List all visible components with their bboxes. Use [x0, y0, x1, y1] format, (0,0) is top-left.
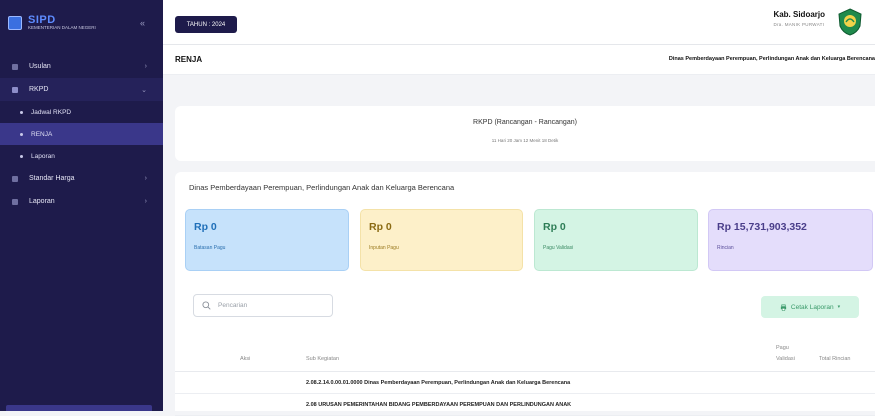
sidebar-item-label: Standar Harga: [29, 175, 75, 182]
department-name: Dinas Pemberdayaan Perempuan, Perlindung…: [668, 56, 875, 62]
stat-value: Rp 15,731,903,352: [717, 221, 807, 233]
table-header: Aksi Sub Kegiatan Pagu Validasi Total Ri…: [175, 337, 875, 372]
row-sub-kegiatan: 2.08 URUSAN PEMERINTAHAN BIDANG PEMBERDA…: [306, 402, 572, 408]
card-title: Dinas Pemberdayaan Perempuan, Perlindung…: [189, 183, 455, 192]
year-badge[interactable]: TAHUN : 2024: [175, 16, 237, 33]
page-title: RENJA: [175, 55, 203, 64]
column-sub-kegiatan: Sub Kegiatan: [306, 356, 340, 362]
sidebar: SIPD KEMENTERIAN DALAM NEGERI « Usulan ›…: [0, 0, 163, 411]
stat-value: Rp 0: [194, 221, 217, 233]
table-row[interactable]: 2.08 URUSAN PEMERINTAHAN BIDANG PEMBERDA…: [175, 394, 875, 416]
sidebar-item-usulan[interactable]: Usulan ›: [0, 55, 163, 78]
stat-label: Inputan Pagu: [369, 245, 399, 251]
sidebar-item-rkpd[interactable]: RKPD ⌄: [0, 78, 163, 101]
sidebar-item-label: Usulan: [29, 63, 51, 70]
sidebar-footer: [6, 405, 152, 411]
column-total-rincian: Total Rincian: [819, 356, 851, 362]
sidebar-item-label: Jadwal RKPD: [31, 108, 72, 116]
top-bar: TAHUN : 2024 Kab. Sidoarjo Dra. MANIK PU…: [163, 0, 875, 45]
row-sub-kegiatan: 2.08.2.14.0.00.01.0000 Dinas Pemberdayaa…: [306, 380, 571, 386]
bullet-icon: [20, 110, 23, 114]
sidebar-subitem-jadwal-rkpd[interactable]: Jadwal RKPD: [0, 101, 163, 123]
stat-label: Rincian: [717, 245, 734, 251]
sidebar-subitem-renja[interactable]: RENJA: [0, 123, 163, 145]
page-header: RENJA Dinas Pemberdayaan Perempuan, Perl…: [163, 45, 875, 75]
bullet-icon: [20, 132, 23, 136]
region-emblem-icon: [838, 8, 862, 36]
search-input[interactable]: [218, 302, 328, 309]
search-icon: [202, 301, 211, 310]
stat-batasan-pagu: Rp 0 Batasan Pagu: [185, 209, 349, 271]
search-box[interactable]: [193, 294, 333, 317]
stat-label: Pagu Validasi: [543, 245, 574, 251]
sidebar-subitem-laporan[interactable]: Laporan: [0, 145, 163, 167]
stat-pagu-validasi: Rp 0 Pagu Validasi: [534, 209, 698, 271]
stat-rincian: Rp 15,731,903,352 Rincian: [708, 209, 873, 271]
print-button-label: Cetak Laporan: [790, 303, 834, 311]
schedule-countdown: 11 Hari 20 Jam 12 Menit 18 Detik: [491, 138, 559, 143]
renja-card: Dinas Pemberdayaan Perempuan, Perlindung…: [175, 172, 875, 416]
chevron-right-icon: ›: [144, 198, 147, 205]
stat-inputan-pagu: Rp 0 Inputan Pagu: [360, 209, 523, 271]
stat-value: Rp 0: [369, 221, 392, 233]
schedule-title: RKPD (Rancangan - Rancangan): [473, 119, 577, 126]
sidebar-item-label: Laporan: [29, 198, 55, 205]
list-icon: [12, 63, 18, 70]
chevron-down-icon: ⌄: [141, 86, 147, 94]
caret-down-icon: ▾: [837, 304, 841, 310]
collapse-sidebar-icon[interactable]: «: [140, 18, 145, 28]
sidebar-item-label: RENJA: [31, 130, 53, 138]
stat-value: Rp 0: [543, 221, 566, 233]
brand-subtitle: KEMENTERIAN DALAM NEGERI: [28, 24, 96, 30]
tag-icon: [12, 175, 18, 182]
user-region[interactable]: Kab. Sidoarjo Dra. MANIK PURWATI: [773, 10, 825, 27]
sidebar-item-label: RKPD: [29, 86, 49, 93]
chevron-right-icon: ›: [144, 175, 147, 182]
report-icon: [12, 198, 18, 205]
column-pagu-validasi: Pagu Validasi: [776, 345, 795, 362]
region-name: Kab. Sidoarjo: [773, 10, 825, 19]
user-name: Dra. MANIK PURWATI: [773, 22, 825, 27]
folder-icon: [12, 86, 18, 93]
print-report-button[interactable]: Cetak Laporan ▾: [761, 296, 859, 318]
table-row[interactable]: 2.08.2.14.0.00.01.0000 Dinas Pemberdayaa…: [175, 372, 875, 394]
column-aksi: Aksi: [240, 356, 251, 362]
chevron-right-icon: ›: [144, 63, 147, 70]
bullet-icon: [20, 154, 23, 158]
sidebar-item-laporan[interactable]: Laporan ›: [0, 190, 163, 213]
printer-icon: [780, 304, 787, 311]
sidebar-item-label: Laporan: [31, 152, 55, 160]
stat-label: Batasan Pagu: [194, 245, 226, 251]
sipd-logo-icon: [8, 15, 22, 30]
brand[interactable]: SIPD KEMENTERIAN DALAM NEGERI «: [0, 0, 163, 45]
schedule-card: RKPD (Rancangan - Rancangan) 11 Hari 20 …: [175, 106, 875, 161]
sidebar-item-standar-harga[interactable]: Standar Harga ›: [0, 167, 163, 190]
sidebar-menu: Usulan › RKPD ⌄ Jadwal RKPD RENJA Lapora…: [0, 55, 163, 213]
